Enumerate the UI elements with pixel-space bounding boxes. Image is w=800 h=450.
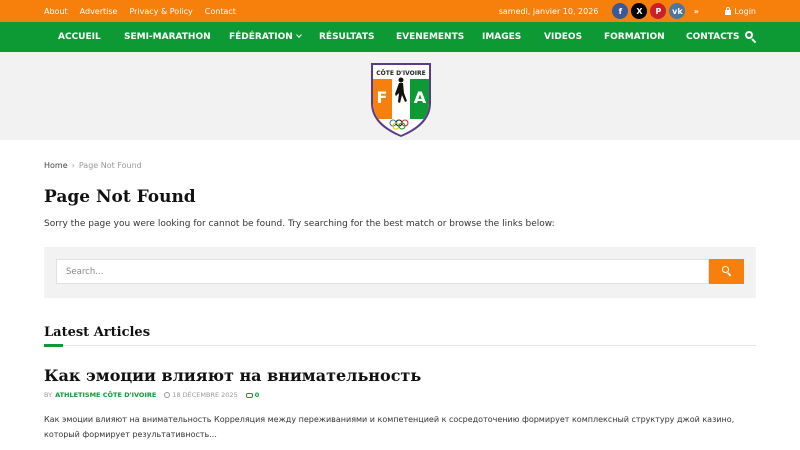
article-excerpt: Как эмоции влияют на внимательность Корр… [44, 415, 735, 439]
article-title[interactable]: Как эмоции влияют на внимательность [44, 366, 421, 385]
top-link-privacy[interactable]: Privacy & Policy [129, 7, 192, 16]
breadcrumb-home[interactable]: Home [44, 161, 68, 170]
article-meta: BY ATHLETISME CÔTE D'IVOIRE 18 DÉCEMBRE … [44, 391, 259, 399]
rss-icon[interactable]: » [688, 3, 705, 19]
main-nav: ACCUEIL SEMI-MARATHON FÉDÉRATION RÉSULTA… [0, 22, 800, 52]
search-panel [44, 247, 756, 298]
nav-item-accueil[interactable]: ACCUEIL [58, 32, 101, 42]
nav-item-resultats[interactable]: RÉSULTATS [319, 32, 374, 42]
login-link[interactable]: Login [725, 6, 756, 16]
clock-icon [164, 392, 171, 398]
nav-item-images[interactable]: IMAGES [482, 32, 521, 42]
top-right: samedi, janvier 10, 2026 f X P vk » Logi… [499, 0, 756, 22]
lock-icon [725, 6, 732, 15]
nav-item-federation[interactable]: FÉDÉRATION [229, 32, 302, 42]
x-icon[interactable]: X [631, 3, 648, 19]
header-banner: CÔTE D'IVOIRE F A [0, 52, 800, 140]
search-icon-handle-btn [727, 272, 732, 277]
not-found-message: Sorry the page you were looking for cann… [44, 219, 555, 229]
site-logo[interactable]: CÔTE D'IVOIRE F A [369, 57, 433, 137]
nav-item-contacts[interactable]: CONTACTS [686, 32, 739, 42]
nav-item-videos[interactable]: VIDEOS [544, 32, 582, 42]
top-link-advertise[interactable]: Advertise [80, 7, 118, 16]
logo-letter-a: A [414, 88, 427, 107]
meta-by: BY [44, 391, 53, 399]
vk-icon[interactable]: vk [669, 3, 686, 19]
search-icon-handle [751, 38, 757, 44]
breadcrumb-current: Page Not Found [78, 161, 142, 170]
section-divider [44, 345, 756, 346]
facebook-icon[interactable]: f [612, 3, 629, 19]
article-date: 18 DÉCEMBRE 2025 [172, 391, 238, 399]
login-label: Login [734, 6, 756, 16]
breadcrumb: Home › Page Not Found [44, 161, 142, 170]
top-link-about[interactable]: About [44, 7, 68, 16]
comments-link[interactable]: 0 [245, 391, 260, 399]
top-bar: About Advertise Privacy & Policy Contact… [0, 0, 800, 22]
article-author[interactable]: ATHLETISME CÔTE D'IVOIRE [55, 391, 156, 399]
nav-item-federation-label: FÉDÉRATION [229, 32, 293, 42]
chevron-right-icon: › [71, 161, 75, 170]
latest-articles-heading: Latest Articles [44, 325, 151, 340]
pinterest-icon[interactable]: P [650, 3, 667, 19]
nav-item-formation[interactable]: FORMATION [604, 32, 665, 42]
search-button[interactable] [709, 259, 744, 284]
nav-search-icon[interactable] [745, 31, 757, 44]
logo-letter-f: F [377, 88, 388, 107]
logo-text: CÔTE D'IVOIRE [376, 70, 425, 77]
top-date: samedi, janvier 10, 2026 [498, 6, 599, 16]
page-title: Page Not Found [44, 187, 196, 207]
comment-count: 0 [254, 391, 260, 399]
search-input[interactable] [56, 259, 709, 284]
section-accent [44, 344, 63, 347]
comment-icon [245, 392, 253, 398]
nav-item-semi-marathon[interactable]: SEMI-MARATHON [124, 32, 211, 42]
top-links: About Advertise Privacy & Policy Contact [44, 0, 248, 22]
nav-item-evenements[interactable]: EVENEMENTS [396, 32, 464, 42]
top-link-contact[interactable]: Contact [205, 7, 236, 16]
chevron-down-icon [295, 32, 302, 38]
